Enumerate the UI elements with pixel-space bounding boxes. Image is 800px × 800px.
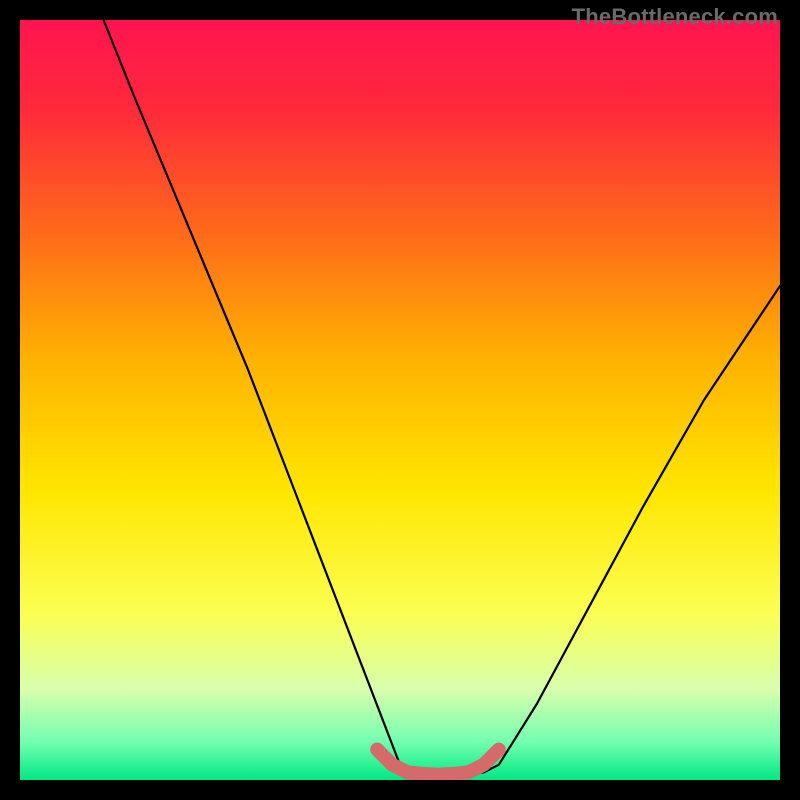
gradient-background	[20, 20, 780, 780]
bottleneck-chart	[20, 20, 780, 780]
watermark-label: TheBottleneck.com	[572, 4, 778, 30]
